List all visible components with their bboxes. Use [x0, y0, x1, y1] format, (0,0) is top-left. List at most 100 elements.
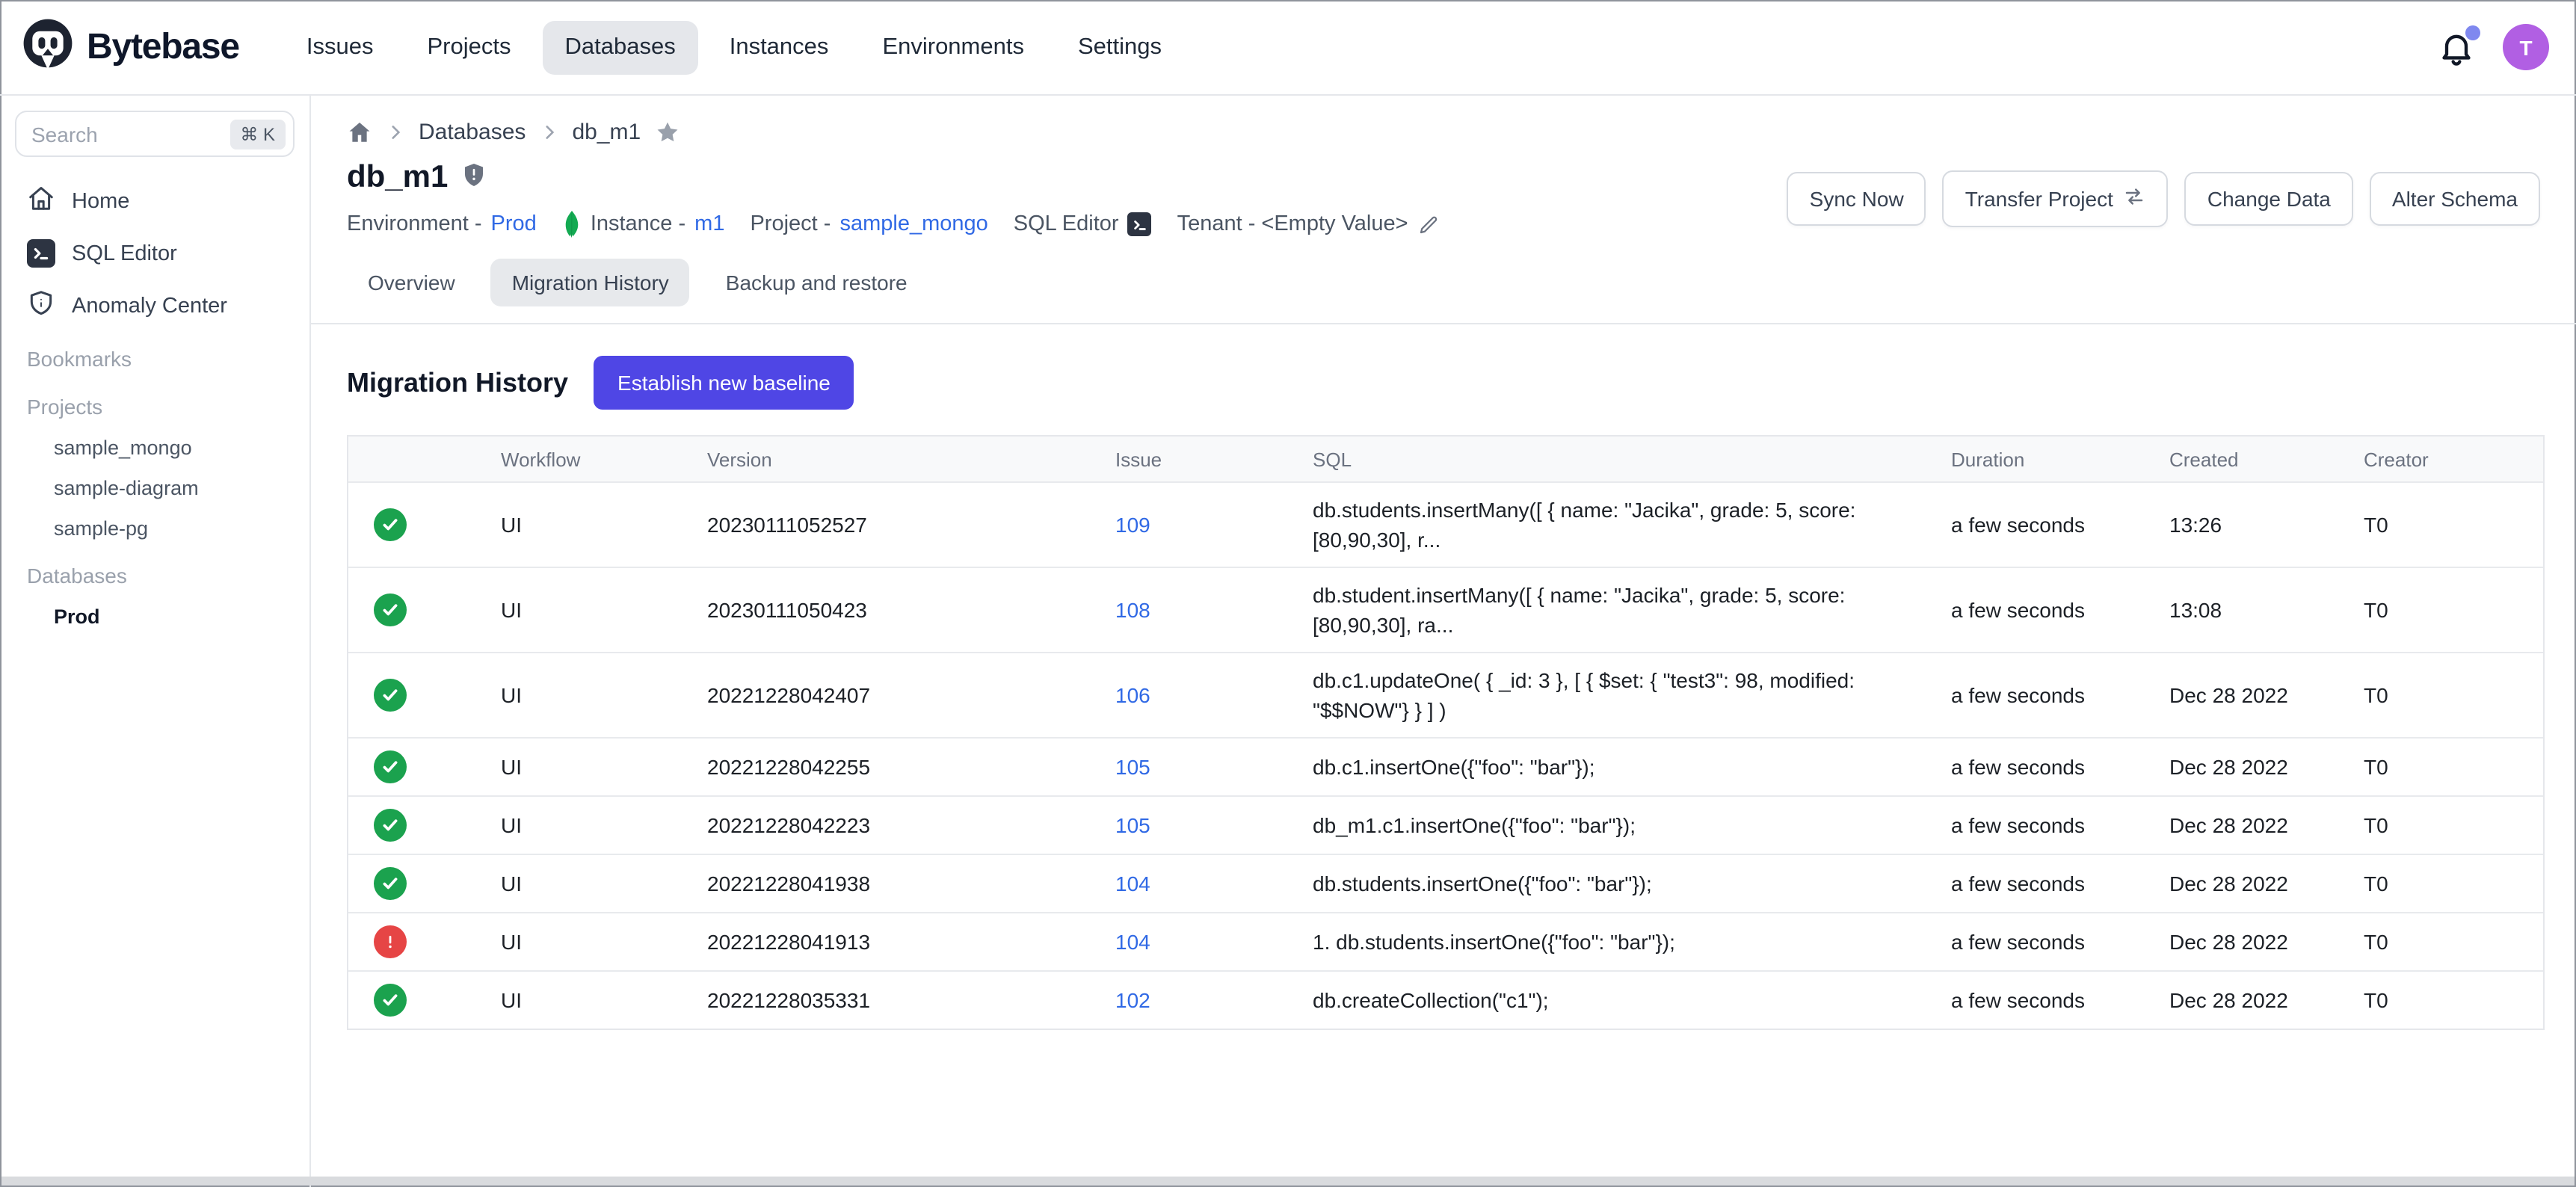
establish-baseline-button[interactable]: Establish new baseline: [594, 356, 854, 410]
alter-schema-button[interactable]: Alter Schema: [2370, 172, 2540, 226]
issue-link[interactable]: 106: [1115, 683, 1150, 707]
edit-pencil-icon[interactable]: [1417, 213, 1440, 235]
duration-cell: a few seconds: [1951, 755, 2169, 779]
notification-bell-icon[interactable]: [2437, 28, 2476, 67]
duration-cell: a few seconds: [1951, 513, 2169, 537]
issue-cell: 104: [1115, 930, 1313, 954]
instance-label: Instance -: [591, 212, 685, 236]
issue-link[interactable]: 109: [1115, 513, 1150, 537]
search-shortcut: ⌘ K: [229, 119, 286, 149]
table-column-header: Created: [2169, 448, 2364, 470]
meta-tenant: Tenant - <Empty Value>: [1177, 212, 1440, 236]
created-cell: Dec 28 2022: [2169, 755, 2364, 779]
sidebar-item-label: Home: [72, 189, 129, 213]
sidebar-item-home[interactable]: Home: [15, 175, 295, 227]
sidebar-item-anomaly-center[interactable]: Anomaly Center: [15, 280, 295, 332]
issue-cell: 106: [1115, 683, 1313, 707]
breadcrumb-databases[interactable]: Databases: [419, 120, 526, 145]
meta-instance: Instance - m1: [562, 211, 725, 238]
created-cell: Dec 28 2022: [2169, 930, 2364, 954]
creator-cell: T0: [2364, 683, 2546, 707]
top-nav-item[interactable]: Databases: [543, 20, 698, 74]
sql-cell: 1. db.students.insertOne({"foo": "bar"})…: [1313, 927, 1951, 957]
status-cell: [348, 867, 501, 900]
sql-cell: db.student.insertMany([ { name: "Jacika"…: [1313, 580, 1951, 640]
top-nav-item[interactable]: Environments: [860, 20, 1047, 74]
meta-project: Project - sample_mongo: [750, 212, 987, 236]
sidebar-project-item[interactable]: sample-pg: [15, 508, 295, 549]
sync-now-button[interactable]: Sync Now: [1787, 172, 1926, 226]
transfer-project-button[interactable]: Transfer Project: [1943, 170, 2169, 227]
sidebar-database-item[interactable]: Prod: [15, 596, 295, 637]
page-header: db_m1 Environment - Prod: [311, 145, 2576, 238]
duration-cell: a few seconds: [1951, 988, 2169, 1012]
search-input[interactable]: [31, 122, 229, 146]
bytebase-logo[interactable]: Bytebase: [21, 16, 239, 78]
sql-cell: db.c1.insertOne({"foo": "bar"});: [1313, 752, 1951, 782]
change-data-button[interactable]: Change Data: [2185, 172, 2353, 226]
breadcrumb-home-icon[interactable]: [347, 120, 372, 145]
sql-cell: db.students.insertOne({"foo": "bar"});: [1313, 869, 1951, 898]
sidebar-item-sql-editor[interactable]: SQL Editor: [15, 227, 295, 280]
shield-icon: [27, 289, 55, 323]
chevron-right-icon: [386, 123, 405, 142]
version-cell: 20221228042255: [707, 755, 1115, 779]
database-tabs: Overview Migration History Backup and rest…: [311, 238, 2576, 324]
workflow-cell: UI: [501, 872, 707, 895]
breadcrumb-db-m1[interactable]: db_m1: [572, 120, 641, 145]
meta-sql-editor[interactable]: SQL Editor: [1014, 212, 1152, 236]
version-cell: 20221228042407: [707, 683, 1115, 707]
issue-link[interactable]: 105: [1115, 813, 1150, 837]
home-icon: [27, 184, 55, 218]
sidebar-item-label: SQL Editor: [72, 241, 177, 265]
table-row[interactable]: UI 20221228041938 104 db.students.insert…: [348, 854, 2543, 912]
tab-item[interactable]: Backup and restore: [705, 259, 928, 306]
version-cell: 20221228041938: [707, 872, 1115, 895]
table-row[interactable]: UI 20230111052527 109 db.students.insert…: [348, 481, 2543, 567]
issue-link[interactable]: 102: [1115, 988, 1150, 1012]
sidebar-project-item[interactable]: sample-diagram: [15, 468, 295, 508]
issue-link[interactable]: 104: [1115, 930, 1150, 954]
bookmark-star-icon[interactable]: [654, 120, 680, 145]
table-row[interactable]: UI 20221228041913 104 1. db.students.ins…: [348, 912, 2543, 970]
creator-cell: T0: [2364, 513, 2546, 537]
table-column-header: Issue: [1115, 448, 1313, 470]
page-title: db_m1: [347, 160, 448, 196]
sidebar-projects-list: sample_mongosample-diagramsample-pg: [15, 428, 295, 549]
bottom-scrollbar-track[interactable]: [1, 1177, 2575, 1186]
top-nav-item[interactable]: Issues: [284, 20, 396, 74]
table-row[interactable]: UI 20221228042223 105 db_m1.c1.insertOne…: [348, 795, 2543, 854]
top-nav-item[interactable]: Projects: [405, 20, 534, 74]
sidebar-project-item[interactable]: sample_mongo: [15, 428, 295, 468]
status-icon: [374, 594, 407, 626]
issue-link[interactable]: 104: [1115, 872, 1150, 895]
created-cell: 13:26: [2169, 513, 2364, 537]
creator-cell: T0: [2364, 872, 2546, 895]
top-nav-item[interactable]: Settings: [1056, 20, 1184, 74]
table-row[interactable]: UI 20221228042407 106 db.c1.updateOne( {…: [348, 652, 2543, 737]
transfer-project-label: Transfer Project: [1965, 187, 2113, 211]
created-cell: Dec 28 2022: [2169, 683, 2364, 707]
table-row[interactable]: UI 20221228035331 102 db.createCollectio…: [348, 970, 2543, 1029]
table-row[interactable]: UI 20230111050423 108 db.student.insertM…: [348, 567, 2543, 652]
status-cell: [348, 679, 501, 712]
database-meta-row: Environment - Prod Instance -: [347, 211, 1440, 238]
duration-cell: a few seconds: [1951, 872, 2169, 895]
issue-link[interactable]: 105: [1115, 755, 1150, 779]
instance-link[interactable]: m1: [694, 212, 724, 236]
status-icon: [374, 508, 407, 541]
project-link[interactable]: sample_mongo: [839, 212, 987, 236]
table-row[interactable]: UI 20221228042255 105 db.c1.insertOne({"…: [348, 737, 2543, 795]
top-nav-item[interactable]: Instances: [707, 20, 851, 74]
creator-cell: T0: [2364, 598, 2546, 622]
issue-cell: 105: [1115, 813, 1313, 837]
table-body: UI 20230111052527 109 db.students.insert…: [348, 481, 2543, 1029]
tab-item[interactable]: Migration History: [491, 259, 690, 306]
environment-link[interactable]: Prod: [491, 212, 537, 236]
workflow-cell: UI: [501, 513, 707, 537]
tab-item[interactable]: Overview: [347, 259, 476, 306]
user-avatar[interactable]: T: [2503, 24, 2549, 70]
page-header-left: db_m1 Environment - Prod: [347, 160, 1440, 238]
status-cell: [348, 984, 501, 1017]
issue-link[interactable]: 108: [1115, 598, 1150, 622]
